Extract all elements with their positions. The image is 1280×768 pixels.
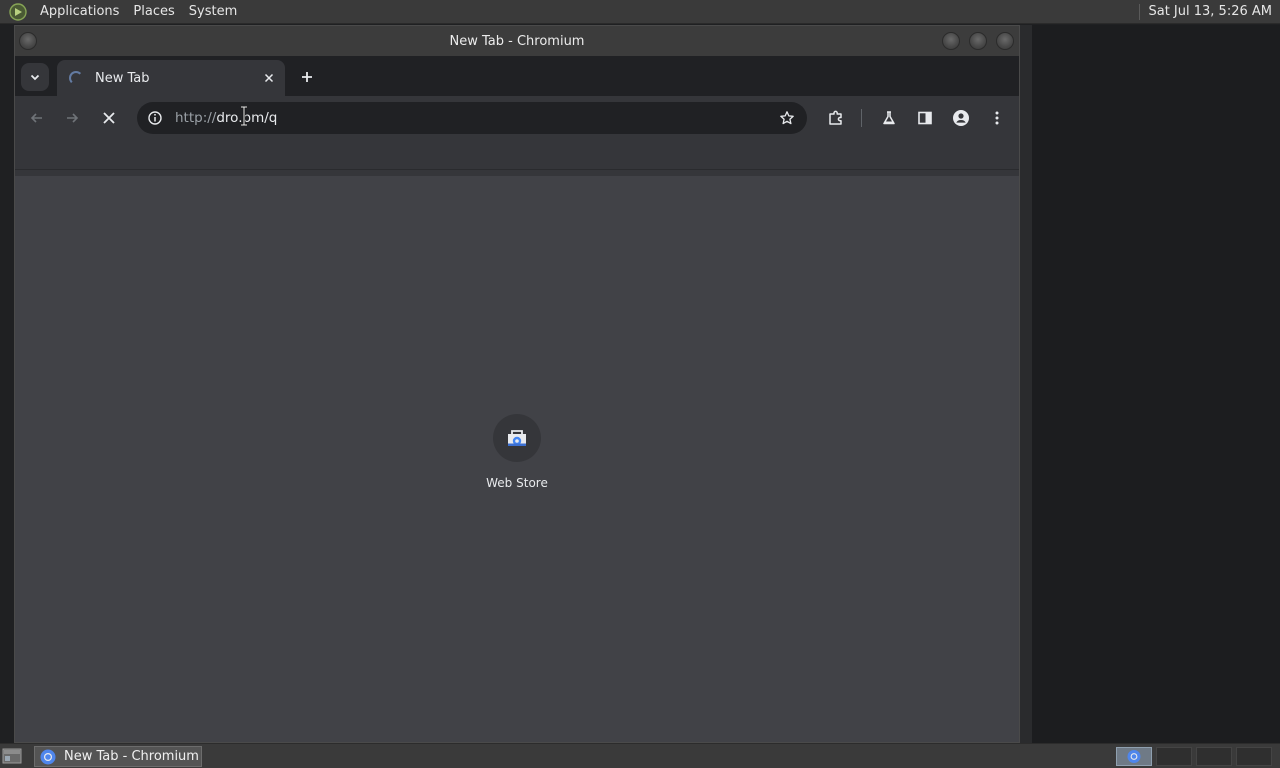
url-scheme: http:// — [175, 110, 217, 126]
text-cursor-icon — [241, 106, 247, 126]
desktop-background — [1020, 25, 1280, 743]
tab-strip: New Tab — [15, 56, 1019, 96]
profile-button[interactable] — [947, 104, 975, 132]
chrome-menu-button[interactable] — [983, 104, 1011, 132]
chromium-icon — [1127, 750, 1141, 763]
plus-icon — [302, 72, 312, 82]
window-titlebar[interactable]: New Tab - Chromium — [15, 26, 1019, 56]
applications-menu[interactable]: Applications — [33, 0, 126, 24]
minimize-button[interactable] — [942, 32, 960, 50]
chromium-icon — [40, 749, 56, 764]
close-icon — [103, 112, 115, 124]
workspace-4[interactable] — [1236, 747, 1272, 766]
taskbar-item-chromium[interactable]: New Tab - Chromium — [34, 746, 202, 767]
web-store-icon — [508, 430, 526, 446]
toolbar-separator — [861, 109, 862, 127]
arrow-right-icon — [67, 113, 79, 123]
arrow-left-icon — [30, 113, 42, 123]
window-menu-button[interactable] — [19, 32, 37, 50]
more-vertical-icon — [995, 111, 999, 125]
workspace-2[interactable] — [1156, 747, 1192, 766]
maximize-button[interactable] — [969, 32, 987, 50]
tab-new-tab[interactable]: New Tab — [57, 60, 285, 96]
clock[interactable]: Sat Jul 13, 5:26 AM — [1148, 4, 1272, 19]
bottom-taskbar: New Tab - Chromium — [0, 743, 1280, 768]
extensions-button[interactable] — [822, 104, 850, 132]
shortcut-label: Web Store — [486, 476, 548, 490]
url-text[interactable]: http://dro.pm/q — [175, 110, 773, 126]
places-menu[interactable]: Places — [126, 0, 181, 24]
stop-loading-button[interactable] — [95, 104, 123, 132]
back-button[interactable] — [23, 104, 51, 132]
info-icon[interactable] — [147, 110, 163, 126]
forward-button[interactable] — [58, 104, 86, 132]
show-desktop-icon[interactable] — [2, 747, 22, 765]
puzzle-icon — [829, 110, 842, 125]
taskbar-item-label: New Tab - Chromium — [64, 749, 199, 764]
workspace-3[interactable] — [1196, 747, 1232, 766]
window-title: New Tab - Chromium — [449, 33, 585, 49]
system-menu[interactable]: System — [182, 0, 244, 24]
tab-close-button[interactable] — [259, 68, 279, 88]
tab-title: New Tab — [95, 70, 150, 86]
distro-logo-icon[interactable] — [9, 2, 27, 21]
avatar-icon — [953, 110, 969, 126]
shortcut-tile[interactable] — [493, 414, 541, 462]
close-icon — [264, 73, 274, 83]
top-panel: Applications Places System Sat Jul 13, 5… — [0, 0, 1280, 24]
loading-spinner-icon — [69, 71, 83, 85]
chevron-down-icon — [30, 74, 40, 81]
workspace-1[interactable] — [1116, 747, 1152, 766]
bookmark-star-button[interactable] — [773, 104, 801, 132]
flask-icon — [883, 111, 895, 125]
desktop-edge — [1020, 25, 1032, 743]
panel-separator — [1139, 3, 1141, 20]
browser-toolbar: http://dro.pm/q — [15, 96, 1019, 140]
close-window-button[interactable] — [996, 32, 1014, 50]
tab-search-button[interactable] — [21, 63, 49, 91]
new-tab-button[interactable] — [293, 63, 321, 91]
bookmarks-bar — [15, 140, 1019, 170]
browser-window: New Tab - Chromium New Tab http://dro.pm… — [14, 25, 1020, 743]
experiments-button[interactable] — [875, 104, 903, 132]
side-panel-icon — [918, 111, 932, 125]
side-panel-button[interactable] — [911, 104, 939, 132]
star-icon — [780, 111, 794, 125]
shortcut-web-store[interactable]: Web Store — [477, 414, 557, 490]
new-tab-page: Web Store — [15, 176, 1019, 742]
address-bar[interactable]: http://dro.pm/q — [137, 102, 807, 134]
